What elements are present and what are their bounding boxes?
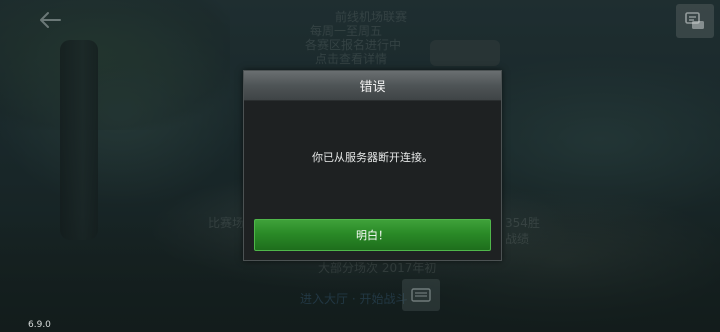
dialog-title: 错误 bbox=[359, 80, 386, 95]
dialog-header: 错误 bbox=[244, 71, 501, 101]
back-button[interactable] bbox=[30, 4, 70, 36]
garage-button[interactable] bbox=[402, 279, 440, 311]
dialog-message: 你已从服务器断开连接。 bbox=[312, 151, 433, 164]
error-dialog: 错误 你已从服务器断开连接。 明白！ bbox=[243, 70, 502, 261]
chat-menu-icon bbox=[685, 12, 704, 29]
confirm-button[interactable]: 明白！ bbox=[254, 219, 491, 251]
back-arrow-icon bbox=[40, 12, 61, 28]
chat-menu-button[interactable] bbox=[676, 4, 714, 38]
dialog-body: 你已从服务器断开连接。 bbox=[244, 101, 501, 219]
version-label: 6.9.0 bbox=[28, 320, 51, 330]
confirm-button-label: 明白！ bbox=[356, 229, 389, 242]
garage-icon bbox=[411, 288, 431, 302]
